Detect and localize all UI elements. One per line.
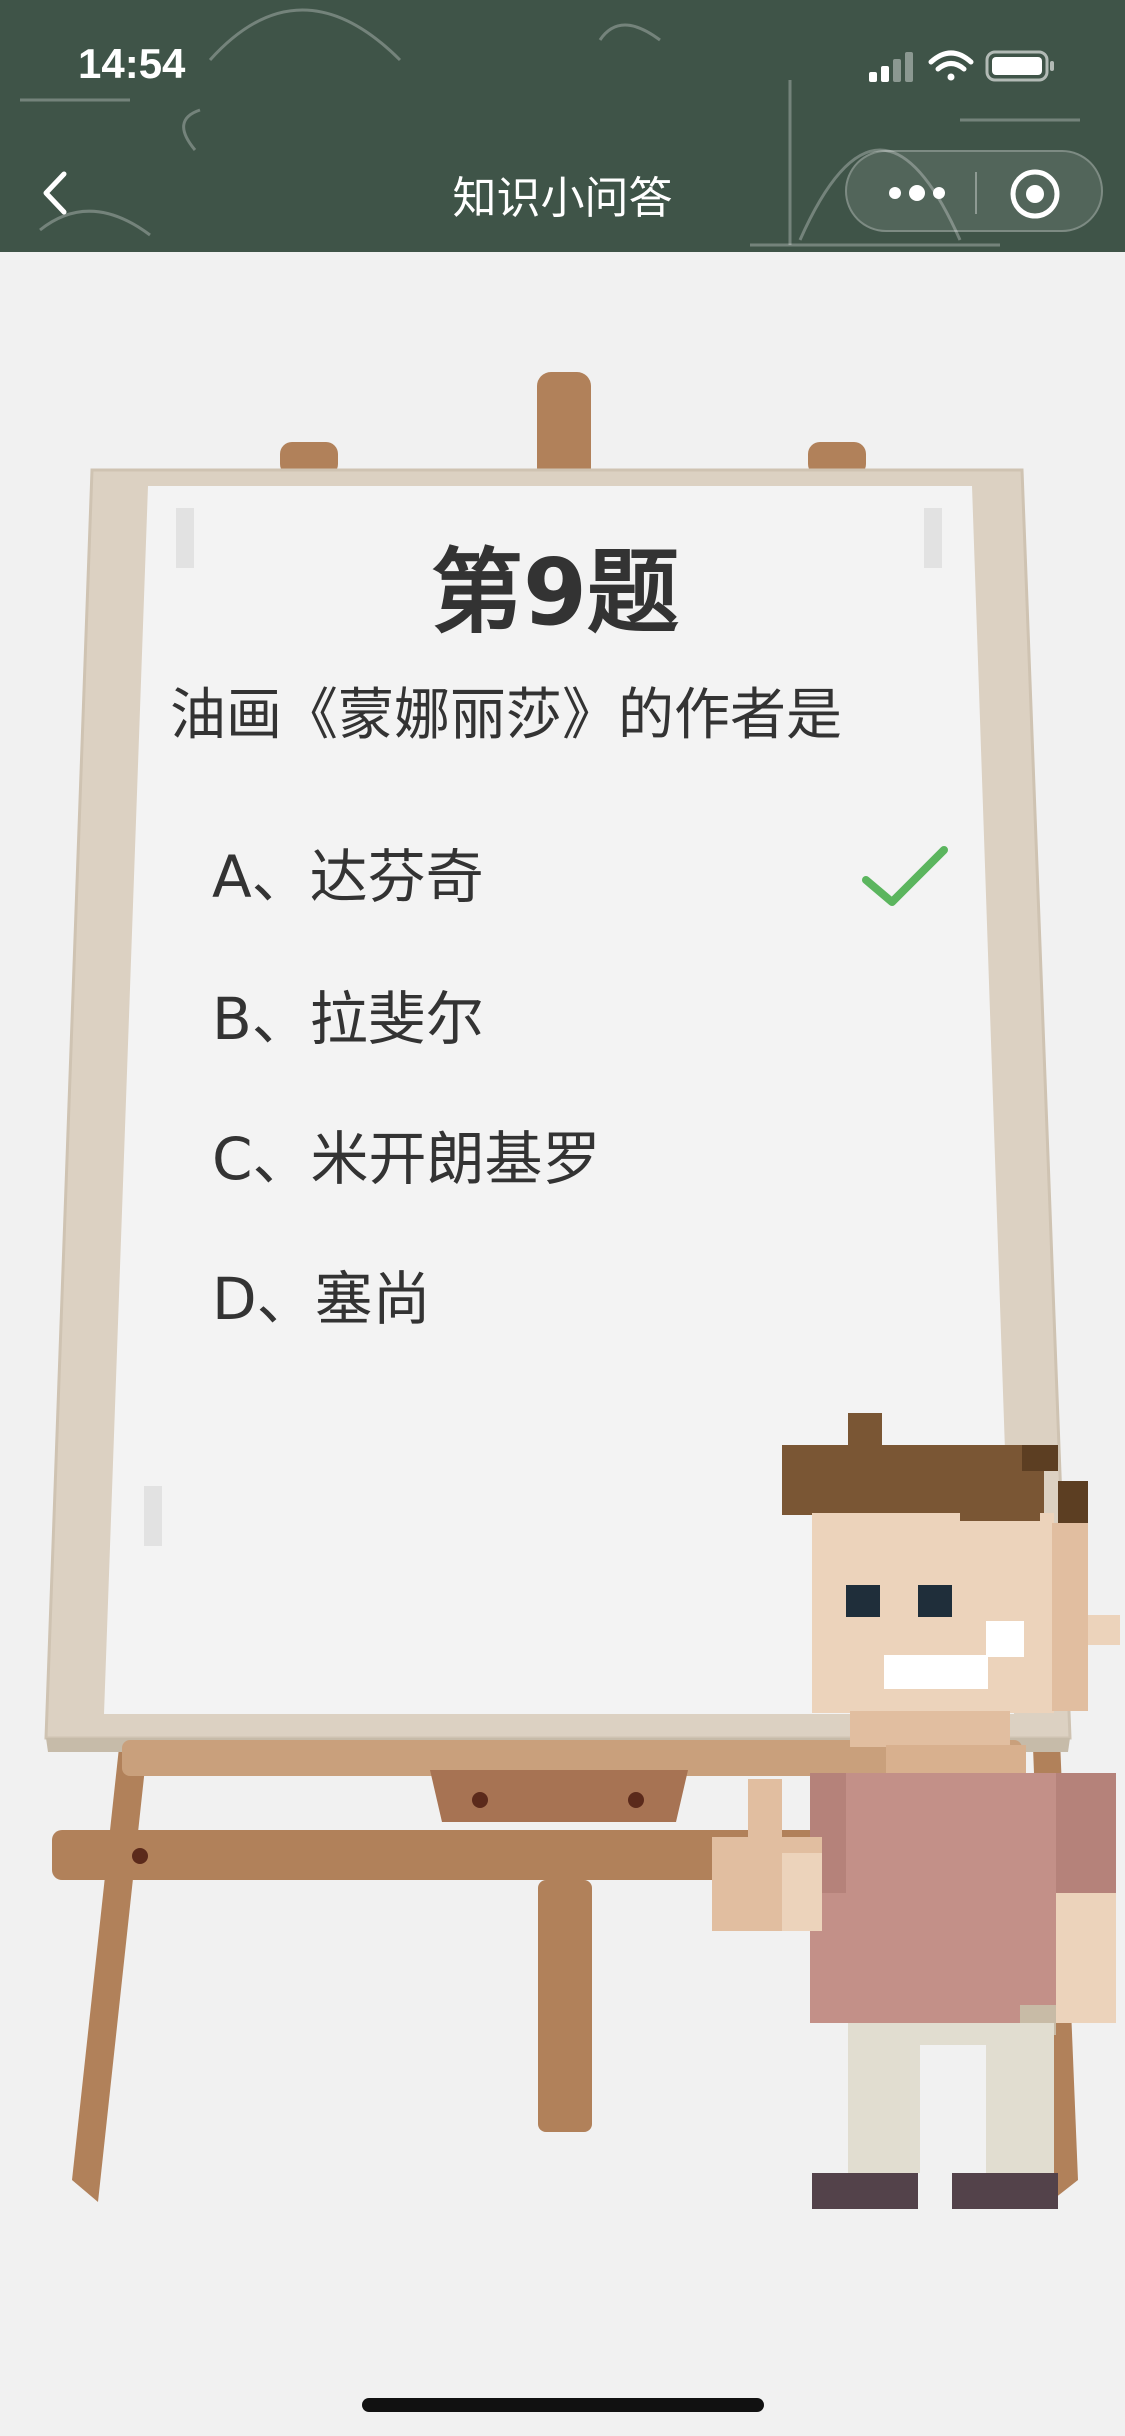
option-b[interactable]: B、拉斐尔 bbox=[212, 974, 932, 1064]
question-number: 第9题 bbox=[430, 539, 679, 646]
option-label: B、拉斐尔 bbox=[212, 985, 484, 1053]
more-icon bbox=[889, 185, 945, 201]
option-label: D、塞尚 bbox=[212, 1265, 431, 1333]
check-icon bbox=[862, 846, 948, 906]
record-icon bbox=[1010, 169, 1060, 219]
wifi-icon bbox=[928, 50, 974, 81]
option-c[interactable]: C、米开朗基罗 bbox=[212, 1114, 932, 1204]
option-label: A、达芬奇 bbox=[212, 843, 484, 911]
status-time: 14:54 bbox=[78, 40, 186, 87]
home-indicator bbox=[362, 2398, 764, 2412]
more-button[interactable] bbox=[877, 176, 957, 210]
capsule-divider bbox=[975, 172, 977, 214]
battery-icon bbox=[985, 50, 1054, 82]
option-label: C、米开朗基罗 bbox=[212, 1125, 601, 1193]
mini-program-capsule bbox=[845, 150, 1103, 232]
nav-header: 14:54 知识小问答 bbox=[0, 0, 1125, 252]
status-icons bbox=[839, 46, 1089, 90]
question-text: 油画《蒙娜丽莎》的作者是 bbox=[170, 683, 842, 748]
pixel-character-thumbs-up bbox=[712, 1413, 1120, 2209]
signal-icon bbox=[869, 52, 913, 82]
option-a[interactable]: A、达芬奇 bbox=[212, 832, 948, 922]
close-button[interactable] bbox=[1007, 166, 1063, 222]
option-d[interactable]: D、塞尚 bbox=[212, 1254, 932, 1344]
